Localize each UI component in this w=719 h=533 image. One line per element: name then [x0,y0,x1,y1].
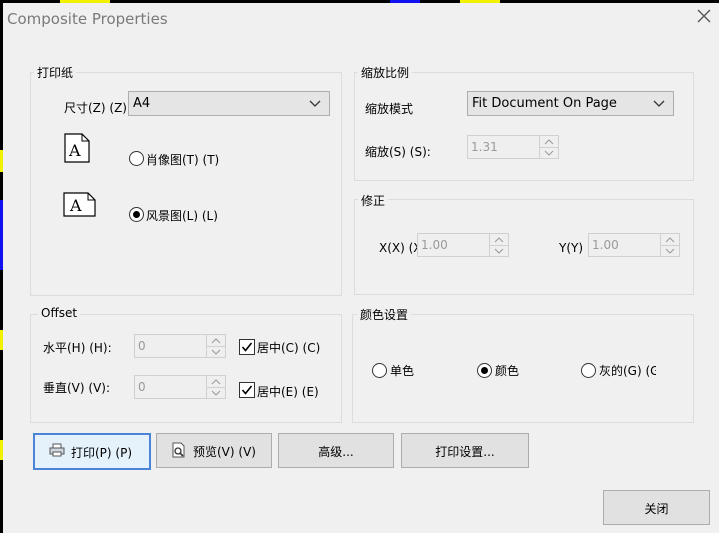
correction-x-label: X(X) (X [379,241,422,255]
preview-button-label: 预览(V) (V) [193,445,256,459]
color-radio[interactable] [477,363,492,378]
svg-text:A: A [68,141,81,160]
scale-value-label: 缩放(S) (S): [365,145,431,159]
color-legend: 颜色设置 [357,306,412,323]
print-button[interactable]: 打印(P) (P) [33,433,151,470]
v-center-checkbox[interactable] [239,382,255,398]
offset-v-value: 0 [138,380,146,394]
offset-v-spinner[interactable]: 0 [134,375,226,399]
paper-size-select[interactable]: A4 [128,91,330,116]
scale-group [354,72,694,181]
scale-mode-select[interactable]: Fit Document On Page [467,91,674,116]
correction-legend: 修正 [358,192,389,209]
offset-v-label: 垂直(V) (V): [43,381,111,395]
correction-y-value: 1.00 [592,238,619,252]
close-icon[interactable] [693,7,715,29]
correction-x-spinner[interactable]: 1.00 [417,233,509,257]
landscape-radio[interactable] [129,207,144,222]
magnifier-page-icon [171,442,187,461]
mono-label: 单色 [390,364,415,378]
paper-legend: 打印纸 [34,64,77,81]
composite-properties-dialog: Composite Properties 打印纸 尺寸(Z) (Z) A4 A … [3,3,719,533]
portrait-radio[interactable] [129,151,144,166]
scale-mode-label: 缩放模式 [365,102,414,116]
preview-button[interactable]: 预览(V) (V) [156,433,272,468]
landscape-label: 风景图(L) (L) [146,209,218,223]
chevron-down-icon [309,97,321,111]
window-title: Composite Properties [7,10,168,28]
scale-spinner[interactable]: 1.31 [467,135,559,159]
offset-group [30,314,342,423]
svg-text:A: A [69,196,82,215]
offset-legend: Offset [38,306,81,320]
offset-h-label: 水平(H) (H): [43,341,112,355]
mono-radio[interactable] [372,363,387,378]
spin-down-icon[interactable] [207,346,225,357]
spin-down-icon[interactable] [661,245,679,256]
offset-h-value: 0 [138,339,146,353]
offset-h-spinner[interactable]: 0 [134,334,226,358]
v-center-label: 居中(E) (E) [257,385,319,399]
correction-x-value: 1.00 [421,238,448,252]
print-setup-button[interactable]: 打印设置... [401,433,529,468]
h-center-checkbox[interactable] [239,339,255,355]
gray-label: 灰的(G) (G [599,364,656,378]
scale-value: 1.31 [471,140,498,154]
advanced-button[interactable]: 高级... [278,433,394,468]
portrait-page-icon: A [64,133,90,166]
close-button[interactable]: 关闭 [603,490,710,525]
close-button-label: 关闭 [644,502,669,516]
spin-down-icon[interactable] [207,387,225,398]
portrait-label: 肖像图(T) (T) [146,153,220,167]
h-center-label: 居中(C) (C) [257,341,321,355]
landscape-page-icon: A [63,192,96,220]
scale-mode-value: Fit Document On Page [472,96,617,111]
advanced-button-label: 高级... [318,445,354,459]
print-button-label: 打印(P) (P) [71,446,133,460]
scale-legend: 缩放比例 [358,64,413,81]
correction-y-label: Y(Y) [559,241,584,255]
chevron-down-icon [653,97,665,111]
print-setup-button-label: 打印设置... [435,445,495,459]
correction-y-spinner[interactable]: 1.00 [588,233,680,257]
printer-icon [49,443,65,460]
color-label: 颜色 [495,364,520,378]
size-label: 尺寸(Z) (Z) [64,101,127,115]
gray-radio[interactable] [581,363,596,378]
spin-down-icon[interactable] [540,147,558,158]
spin-down-icon[interactable] [490,245,508,256]
paper-size-value: A4 [133,96,151,111]
